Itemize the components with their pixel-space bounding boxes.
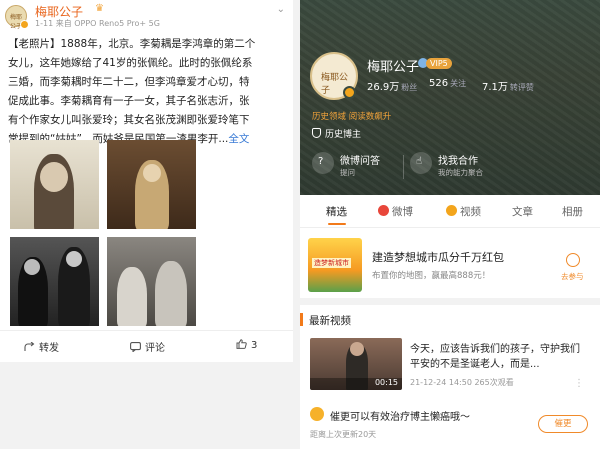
screenshot-page: 梅耶公子 梅耶公子 ♛ 1-11 来自 OPPO Reno5 Pro+ 5G ⌄… bbox=[0, 0, 600, 449]
photo-1[interactable] bbox=[10, 140, 99, 229]
profile-tabs: 精选 微博 视频 文章 相册 bbox=[300, 196, 600, 228]
weibo-post-card: 梅耶公子 梅耶公子 ♛ 1-11 来自 OPPO Reno5 Pro+ 5G ⌄… bbox=[0, 0, 293, 449]
verified-badge-icon bbox=[20, 20, 29, 29]
background-strip bbox=[0, 362, 293, 449]
video-duration: 00:15 bbox=[374, 378, 398, 387]
stat-following[interactable]: 526 关注 bbox=[429, 78, 466, 89]
more-icon[interactable]: ⌄ bbox=[277, 4, 285, 15]
crown-icon: ♛ bbox=[95, 3, 104, 14]
comment-button[interactable]: 评论 bbox=[130, 339, 165, 354]
urge-button[interactable]: 催更 bbox=[538, 415, 588, 433]
latest-videos-title: 最新视频 bbox=[309, 315, 351, 327]
post-header: 梅耶公子 梅耶公子 ♛ 1-11 来自 OPPO Reno5 Pro+ 5G ⌄ bbox=[0, 0, 293, 34]
photo-3[interactable] bbox=[10, 237, 99, 326]
verified-badge-icon bbox=[343, 86, 356, 99]
post-text: 【老照片】1888年，北京。李菊耦是李鸿章的第二个 女儿，这年她嫁给了41岁的张… bbox=[8, 35, 288, 149]
comment-label: 评论 bbox=[145, 343, 165, 354]
like-icon bbox=[236, 339, 247, 349]
repost-label: 转发 bbox=[39, 343, 59, 354]
video-thumbnail[interactable]: 00:15 bbox=[310, 338, 402, 390]
post-actions: 转发 评论 3 bbox=[0, 330, 293, 362]
photo-grid bbox=[10, 140, 196, 326]
post-line: 女儿，这年她嫁给了41岁的张佩纶。此时的张佩纶系 bbox=[8, 57, 253, 69]
tab-underline bbox=[328, 223, 346, 225]
video-item[interactable]: 00:15 今天，应该告诉我们的孩子，守护我们平安的不是圣诞老人，而是... 2… bbox=[300, 338, 600, 396]
profile-banner: 梅耶公子 梅耶公子 VIP5 26.9万 粉丝 526 关注 7.1万 转评赞 历史领… bbox=[300, 0, 600, 195]
weibo-icon bbox=[378, 205, 389, 216]
profile-panel: 梅耶公子 梅耶公子 VIP5 26.9万 粉丝 526 关注 7.1万 转评赞 历史领… bbox=[300, 0, 600, 449]
tab-weibo[interactable]: 微博 bbox=[378, 204, 413, 219]
section-bar bbox=[300, 313, 303, 326]
video-icon bbox=[446, 205, 457, 216]
full-text-link[interactable]: 全文 bbox=[228, 133, 249, 145]
tab-featured[interactable]: 精选 bbox=[326, 204, 347, 219]
shield-icon bbox=[312, 128, 321, 138]
post-line: 有个作家女儿叫张爱玲；其女名张茂渊即张爱玲笔下 bbox=[8, 114, 250, 126]
repost-icon bbox=[24, 342, 35, 351]
photo-2[interactable] bbox=[107, 140, 196, 229]
qa-icon: ? bbox=[312, 152, 334, 174]
profile-name: 梅耶公子 bbox=[367, 60, 420, 75]
video-title: 今天，应该告诉我们的孩子，守护我们平安的不是圣诞老人，而是... bbox=[410, 344, 580, 370]
participate-button[interactable]: 去参与 bbox=[561, 271, 584, 282]
tab-articles[interactable]: 文章 bbox=[512, 204, 533, 219]
like-count: 3 bbox=[251, 340, 258, 351]
participate-icon[interactable] bbox=[566, 253, 580, 267]
repost-button[interactable]: 转发 bbox=[24, 339, 59, 354]
comment-icon bbox=[130, 342, 141, 352]
post-line: 促成此事。李菊耦育有一子一女，其子名张志沂，张 bbox=[8, 95, 250, 107]
post-meta: 1-11 来自 OPPO Reno5 Pro+ 5G bbox=[35, 19, 160, 28]
promo-title: 建造梦想城市瓜分千万红包 bbox=[372, 251, 504, 264]
post-line: 【老照片】1888年，北京。李菊耦是李鸿章的第二个 bbox=[8, 38, 256, 50]
stat-interactions[interactable]: 7.1万 转评赞 bbox=[482, 78, 534, 93]
urge-text: 催更可以有效治疗博主懒癌哦～ bbox=[330, 412, 470, 423]
photo-4[interactable] bbox=[107, 237, 196, 326]
promo-desc: 布置你的地图，赢最高888元！ bbox=[372, 271, 491, 281]
urge-icon bbox=[310, 407, 324, 421]
promo-card[interactable]: 造梦新城市 建造梦想城市瓜分千万红包 布置你的地图，赢最高888元！ 去参与 bbox=[300, 229, 600, 298]
video-meta: 21-12-24 14:50 265次观看 bbox=[410, 378, 514, 387]
vip-badge[interactable]: VIP5 bbox=[426, 58, 452, 69]
tab-video[interactable]: 视频 bbox=[446, 204, 481, 219]
cooperate-icon: ☝ bbox=[410, 152, 432, 174]
promo-image: 造梦新城市 bbox=[308, 238, 362, 292]
urge-update-bar: 催更可以有效治疗博主懒癌哦～ 距离上次更新20天 催更 bbox=[300, 403, 600, 449]
urge-subtext: 距离上次更新20天 bbox=[310, 430, 377, 439]
more-icon[interactable]: ⋮ bbox=[574, 378, 584, 389]
like-button[interactable]: 3 bbox=[236, 339, 257, 351]
tab-albums[interactable]: 相册 bbox=[562, 204, 583, 219]
certification: 历史博主 bbox=[312, 127, 361, 140]
section-separator bbox=[300, 298, 600, 305]
profile-tagline: 历史领域 阅读数飙升 bbox=[312, 112, 392, 122]
stat-fans[interactable]: 26.9万 粉丝 bbox=[367, 78, 417, 93]
post-line: 三婚，而李菊耦时年二十二，但李鸿章爱才心切，特 bbox=[8, 76, 250, 88]
service-divider bbox=[403, 155, 404, 179]
